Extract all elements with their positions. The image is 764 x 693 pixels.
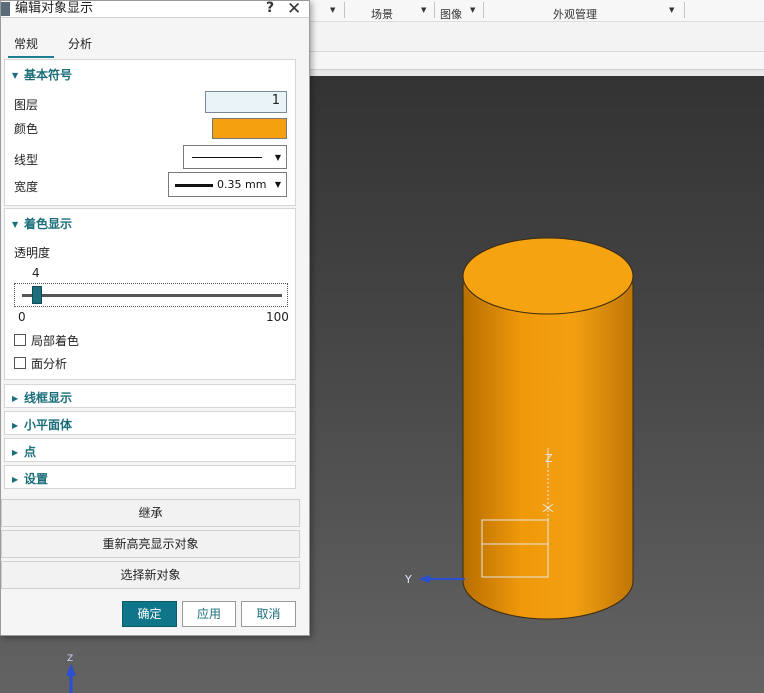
color-swatch[interactable] <box>212 118 287 139</box>
wireframe-display-section[interactable]: ▶ 线框显示 <box>4 384 296 408</box>
slider-thumb[interactable] <box>32 286 43 304</box>
face-analysis-label: 面分析 <box>31 357 68 371</box>
help-icon[interactable]: ? <box>266 0 274 16</box>
solid-line-sample <box>192 157 262 158</box>
dialog-titlebar[interactable]: 编辑对象显示 ? ✕ <box>1 0 309 19</box>
tab-bar: 常规 分析 <box>1 29 309 58</box>
basic-symbols-title: 基本符号 <box>24 68 73 82</box>
toolbar-divider <box>434 2 435 18</box>
toolbar-divider <box>483 2 484 18</box>
caret-right-icon: ▶ <box>12 475 19 484</box>
tab-general[interactable]: 常规 <box>14 35 38 52</box>
y-axis-label: Y <box>404 573 412 586</box>
facet-body-title: 小平面体 <box>24 418 73 432</box>
slider-max-label: 100 <box>266 310 289 324</box>
shading-display-group: ▼ 着色显示 透明度 4 0 100 局部着色 面分析 <box>4 208 296 380</box>
close-icon[interactable]: ✕ <box>287 0 301 19</box>
tab-analysis[interactable]: 分析 <box>68 35 92 52</box>
inherit-button[interactable]: 继承 <box>1 499 300 527</box>
transparency-slider[interactable] <box>14 283 288 307</box>
color-label: 颜色 <box>14 122 39 136</box>
view-triad <box>66 664 76 693</box>
rehighlight-button[interactable]: 重新高亮显示对象 <box>1 530 300 558</box>
chevron-down-icon[interactable]: ▼ <box>421 6 426 14</box>
transparency-label: 透明度 <box>14 246 51 260</box>
active-tab-indicator <box>8 56 54 58</box>
caret-right-icon: ▶ <box>12 448 19 457</box>
local-shading-label: 局部着色 <box>31 334 80 348</box>
width-label: 宽度 <box>14 180 39 194</box>
points-section[interactable]: ▶ 点 <box>4 438 296 462</box>
width-dropdown[interactable]: 0.35 mm ▼ <box>168 172 287 197</box>
caret-down-icon: ▼ <box>12 220 19 229</box>
caret-down-icon: ▼ <box>12 71 19 80</box>
caret-right-icon: ▶ <box>12 421 19 430</box>
shading-display-title: 着色显示 <box>24 217 73 231</box>
local-shading-checkbox[interactable] <box>14 334 26 346</box>
triad-z-label: Z <box>67 654 73 664</box>
facet-body-section[interactable]: ▶ 小平面体 <box>4 411 296 435</box>
chevron-down-icon[interactable]: ▼ <box>330 6 335 14</box>
width-value: 0.35 mm <box>217 178 267 191</box>
edit-object-display-dialog: 编辑对象显示 ? ✕ 常规 分析 ▼ 基本符号 图层 1 颜色 线型 ▼ 宽度 0… <box>0 0 310 636</box>
slider-min-label: 0 <box>18 310 26 324</box>
select-new-object-button[interactable]: 选择新对象 <box>1 561 300 589</box>
wireframe-display-header[interactable]: ▶ 线框显示 <box>12 389 72 406</box>
chevron-down-icon[interactable]: ▼ <box>669 6 674 14</box>
dialog-app-icon <box>1 2 10 16</box>
y-axis-arrow <box>418 575 465 583</box>
wireframe-display-title: 线框显示 <box>24 391 73 405</box>
points-header[interactable]: ▶ 点 <box>12 443 36 460</box>
chevron-down-icon: ▼ <box>274 153 281 162</box>
chevron-down-icon[interactable]: ▼ <box>470 6 475 14</box>
linetype-dropdown[interactable]: ▼ <box>183 145 287 169</box>
apply-button[interactable]: 应用 <box>182 601 236 627</box>
toolbar-divider <box>344 2 345 18</box>
cancel-button[interactable]: 取消 <box>241 601 296 627</box>
thick-line-sample <box>175 184 213 187</box>
settings-header[interactable]: ▶ 设置 <box>12 470 48 487</box>
slider-track <box>22 294 282 297</box>
chevron-down-icon: ▼ <box>274 180 281 189</box>
settings-title: 设置 <box>24 472 49 486</box>
settings-section[interactable]: ▶ 设置 <box>4 465 296 489</box>
ok-button[interactable]: 确定 <box>122 601 177 627</box>
z-axis-label: Z <box>545 452 553 465</box>
linetype-label: 线型 <box>14 153 39 167</box>
dialog-title: 编辑对象显示 <box>15 1 94 16</box>
face-analysis-checkbox[interactable] <box>14 357 26 369</box>
toolbar-image-group[interactable]: 图像 <box>440 6 462 22</box>
shading-display-header[interactable]: ▼ 着色显示 <box>12 215 72 232</box>
basic-symbols-header[interactable]: ▼ 基本符号 <box>12 66 72 83</box>
toolbar-divider <box>684 2 685 18</box>
toolbar-scene-group[interactable]: 场景 <box>371 6 393 22</box>
transparency-value: 4 <box>32 266 40 280</box>
layer-input[interactable]: 1 <box>205 91 287 113</box>
toolbar-appearance-group[interactable]: 外观管理 <box>553 6 597 22</box>
layer-label: 图层 <box>14 98 39 112</box>
points-title: 点 <box>24 445 37 459</box>
basic-symbols-group: ▼ 基本符号 图层 1 颜色 线型 ▼ 宽度 0.35 mm ▼ <box>4 59 296 206</box>
caret-right-icon: ▶ <box>12 394 19 403</box>
facet-body-header[interactable]: ▶ 小平面体 <box>12 416 72 433</box>
